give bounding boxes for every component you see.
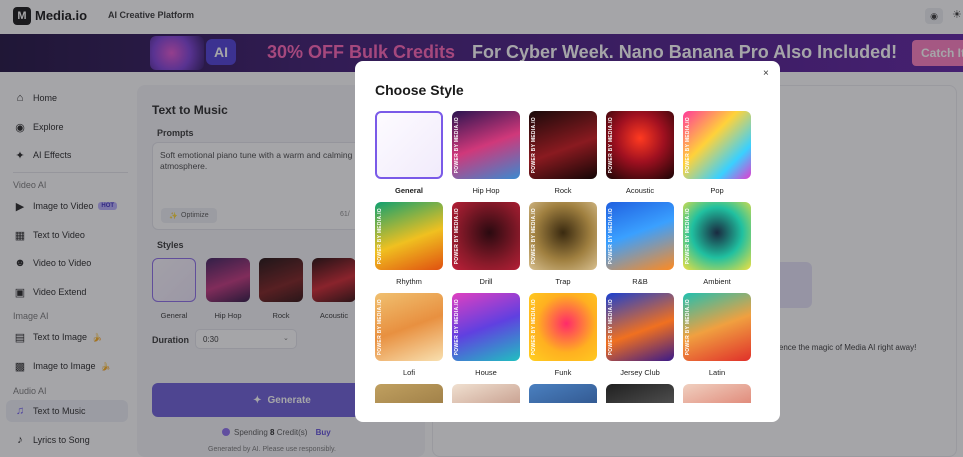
style-tile-label: General [395, 186, 423, 195]
style-tile-general[interactable] [375, 111, 443, 179]
style-tile-acoustic[interactable]: POWER BY MEDIA.IO [606, 111, 674, 179]
style-tile-label: Trap [555, 277, 571, 286]
tile-watermark: POWER BY MEDIA.IO [377, 207, 383, 264]
style-tile-trap[interactable]: POWER BY MEDIA.IO [529, 202, 597, 270]
style-tile-label: Latin [708, 368, 726, 377]
style-tile-rock[interactable]: POWER BY MEDIA.IO [529, 111, 597, 179]
style-tile-jersey-club[interactable]: POWER BY MEDIA.IO [606, 293, 674, 361]
tile-watermark: POWER BY MEDIA.IO [531, 116, 537, 173]
style-grid: General POWER BY MEDIA.IO Hip Hop POWER … [375, 111, 755, 403]
choose-style-modal: Choose Style × General POWER BY MEDIA.IO… [355, 61, 780, 422]
style-tile-rhythm[interactable]: POWER BY MEDIA.IO [375, 202, 443, 270]
style-tile-label: Hip Hop [472, 186, 500, 195]
style-tile-partial[interactable] [606, 384, 674, 403]
style-tile-label: Drill [479, 277, 493, 286]
style-tile-partial[interactable] [375, 384, 443, 403]
style-tile-ambient[interactable]: POWER BY MEDIA.IO [683, 202, 751, 270]
style-tile-drill[interactable]: POWER BY MEDIA.IO [452, 202, 520, 270]
tile-watermark: POWER BY MEDIA.IO [531, 298, 537, 355]
tile-watermark: POWER BY MEDIA.IO [377, 298, 383, 355]
style-tile-label: Rhythm [396, 277, 422, 286]
style-tile-partial[interactable] [452, 384, 520, 403]
tile-watermark: POWER BY MEDIA.IO [454, 116, 460, 173]
style-tile-label: Acoustic [625, 186, 655, 195]
tile-watermark: POWER BY MEDIA.IO [454, 298, 460, 355]
style-tile-funk[interactable]: POWER BY MEDIA.IO [529, 293, 597, 361]
modal-title: Choose Style [375, 82, 464, 98]
style-tile-latin[interactable]: POWER BY MEDIA.IO [683, 293, 751, 361]
style-tile-lofi[interactable]: POWER BY MEDIA.IO [375, 293, 443, 361]
tile-watermark: POWER BY MEDIA.IO [454, 207, 460, 264]
style-tile-label: Pop [710, 186, 724, 195]
style-tile-label: Rock [554, 186, 572, 195]
style-tile-partial[interactable] [529, 384, 597, 403]
style-tile-label: Lofi [402, 368, 416, 377]
style-tile-partial[interactable] [683, 384, 751, 403]
close-icon[interactable]: × [763, 68, 769, 79]
tile-watermark: POWER BY MEDIA.IO [685, 116, 691, 173]
style-tile-pop[interactable]: POWER BY MEDIA.IO [683, 111, 751, 179]
tile-watermark: POWER BY MEDIA.IO [608, 298, 614, 355]
tile-watermark: POWER BY MEDIA.IO [685, 298, 691, 355]
tile-watermark: POWER BY MEDIA.IO [685, 207, 691, 264]
style-tile-hip-hop[interactable]: POWER BY MEDIA.IO [452, 111, 520, 179]
style-tile-label: Ambient [703, 277, 731, 286]
style-tile-label: R&B [632, 277, 648, 286]
tile-watermark: POWER BY MEDIA.IO [608, 116, 614, 173]
style-tile-label: Funk [554, 368, 572, 377]
style-tile-label: House [475, 368, 497, 377]
style-tile-house[interactable]: POWER BY MEDIA.IO [452, 293, 520, 361]
tile-watermark: POWER BY MEDIA.IO [531, 207, 537, 264]
style-tile-rnb[interactable]: POWER BY MEDIA.IO [606, 202, 674, 270]
tile-watermark: POWER BY MEDIA.IO [608, 207, 614, 264]
style-tile-label: Jersey Club [620, 368, 660, 377]
